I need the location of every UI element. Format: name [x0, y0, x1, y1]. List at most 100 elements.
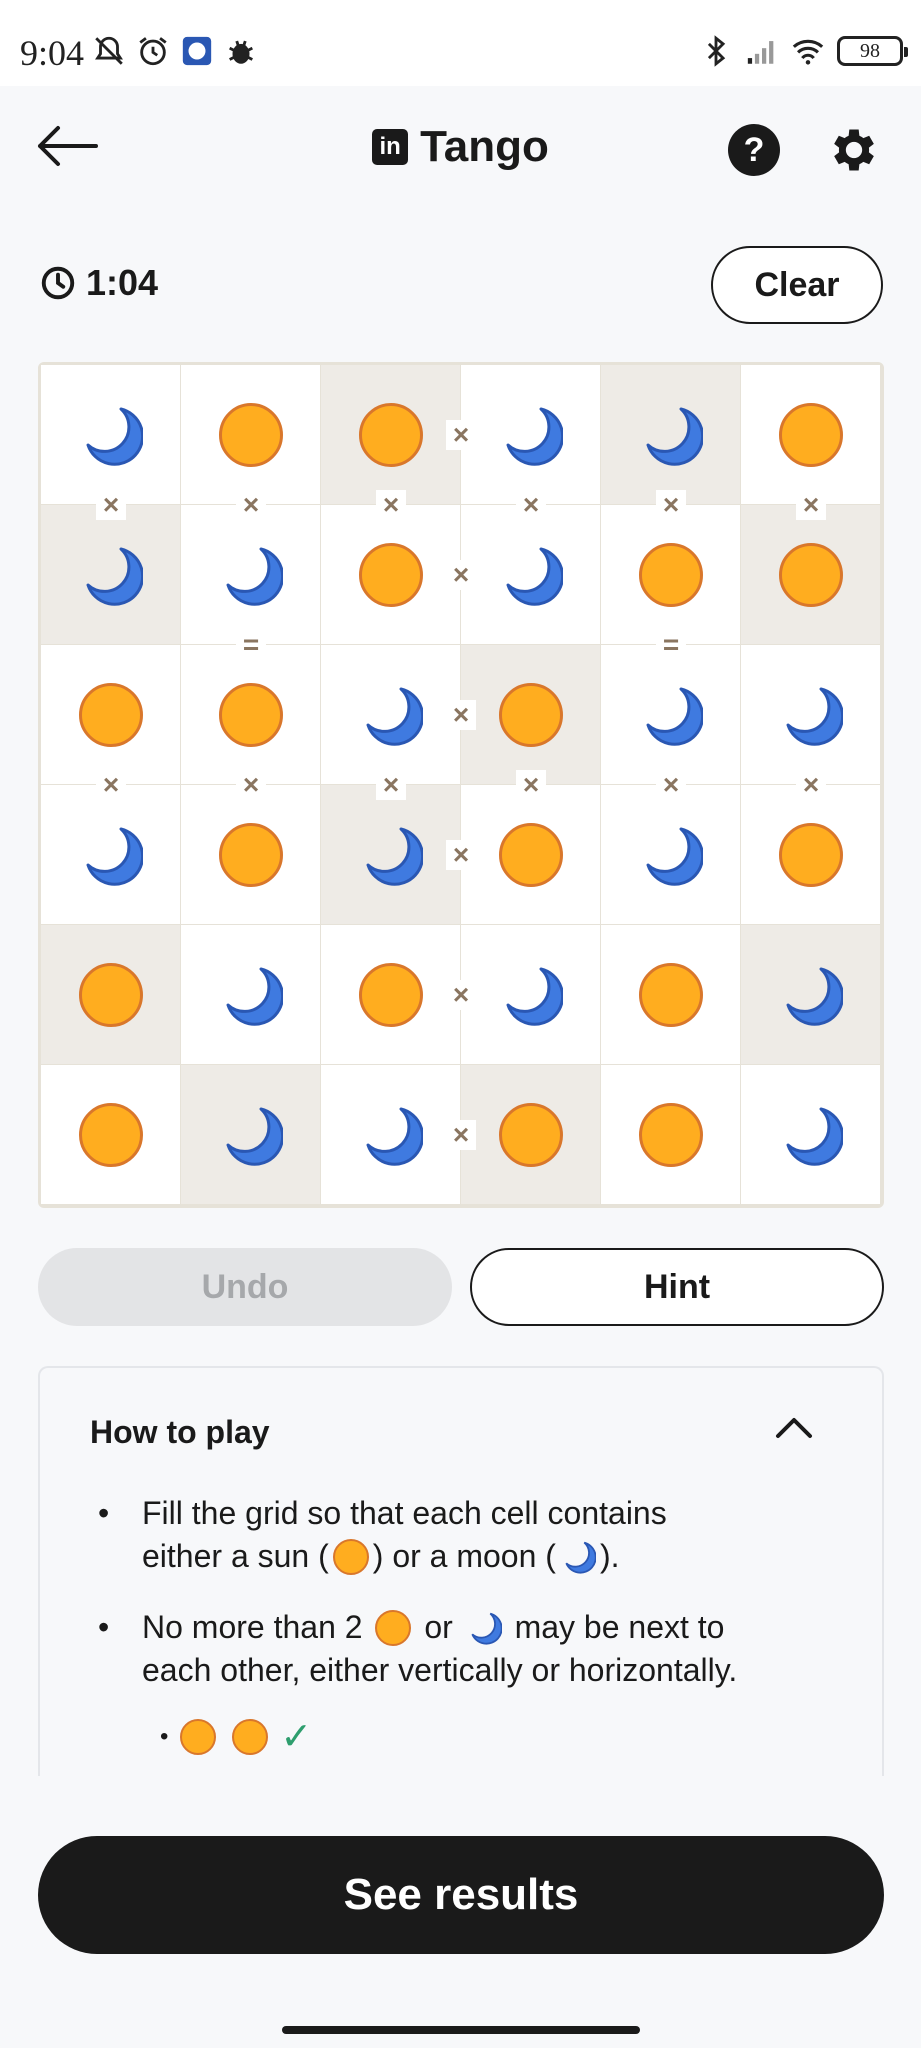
sun-icon — [638, 962, 703, 1027]
grid-cell[interactable] — [461, 925, 600, 1064]
rule-2-text-b: or — [424, 1609, 453, 1645]
grid-cell[interactable] — [601, 1065, 740, 1204]
grid-cell[interactable] — [461, 365, 600, 504]
moon-icon — [366, 1107, 423, 1166]
undo-button[interactable]: Undo — [38, 1248, 452, 1326]
moon-icon — [86, 547, 143, 606]
sun-icon — [375, 1610, 412, 1646]
grid-cell[interactable] — [321, 925, 460, 1064]
sun-icon — [232, 1718, 269, 1755]
grid-cell[interactable] — [181, 365, 320, 504]
grid-cell[interactable] — [461, 505, 600, 644]
rule-1: • Fill the grid so that each cell contai… — [98, 1492, 860, 1578]
grid-cell — [741, 925, 880, 1064]
rule-1-line-1: Fill the grid so that each cell contains — [142, 1495, 667, 1531]
chevron-up-icon[interactable] — [774, 1414, 814, 1440]
opposite-constraint: × — [656, 490, 686, 520]
opposite-constraint: × — [446, 1120, 476, 1150]
grid-cell[interactable] — [41, 645, 180, 784]
example-row: • ✓ — [160, 1714, 312, 1759]
opposite-constraint: × — [446, 840, 476, 870]
bullet: • — [160, 1722, 169, 1750]
rule-2-line-2: each other, either vertically or horizon… — [142, 1652, 738, 1688]
grid-cell[interactable] — [181, 645, 320, 784]
moon-icon — [506, 407, 563, 466]
opposite-constraint: × — [446, 980, 476, 1010]
moon-icon — [646, 827, 703, 886]
linkedin-logo-icon: in — [372, 129, 409, 165]
sun-icon — [358, 962, 423, 1027]
opposite-constraint: × — [796, 490, 826, 520]
hint-button[interactable]: Hint — [470, 1248, 884, 1326]
page-title: Tango — [420, 122, 549, 171]
opposite-constraint: × — [446, 560, 476, 590]
rule-2-text-c: may be next to — [514, 1609, 725, 1645]
moon-icon — [226, 967, 283, 1026]
settings-gear-icon[interactable] — [826, 122, 882, 178]
grid-cell[interactable] — [181, 785, 320, 924]
rule-1-text-a: either a sun ( — [142, 1538, 329, 1574]
grid-cell[interactable] — [741, 645, 880, 784]
moon-icon — [506, 547, 563, 606]
see-results-button[interactable]: See results — [38, 1836, 884, 1954]
grid-cell[interactable] — [321, 1065, 460, 1204]
grid-cell — [601, 365, 740, 504]
grid-cell — [321, 365, 460, 504]
moon-icon — [226, 547, 283, 606]
grid-cell — [741, 505, 880, 644]
grid-cell — [321, 785, 460, 924]
moon-icon — [646, 407, 703, 466]
sun-icon — [78, 1102, 143, 1167]
moon-icon — [366, 687, 423, 746]
grid-cell[interactable] — [461, 785, 600, 924]
battery-indicator: 98 — [837, 36, 908, 66]
home-indicator — [282, 2026, 640, 2034]
help-button[interactable]: ? — [728, 124, 780, 176]
sun-icon — [498, 822, 563, 887]
title-group: in Tango — [0, 122, 921, 172]
grid-cell[interactable] — [741, 785, 880, 924]
moon-icon — [86, 827, 143, 886]
sun-icon — [218, 402, 283, 467]
wifi-icon — [792, 39, 824, 65]
bug-icon — [229, 40, 253, 64]
grid-cell[interactable] — [601, 505, 740, 644]
rule-2: • No more than 2 or may be next to each … — [98, 1606, 860, 1692]
grid-cell[interactable] — [601, 645, 740, 784]
sun-icon — [180, 1718, 217, 1755]
grid-cell[interactable] — [321, 645, 460, 784]
bullet: • — [98, 1609, 110, 1645]
grid-cell — [461, 645, 600, 784]
opposite-constraint: × — [516, 770, 546, 800]
sun-icon — [218, 682, 283, 747]
opposite-constraint: × — [446, 420, 476, 450]
app-icon — [182, 36, 212, 66]
grid-cell — [181, 1065, 320, 1204]
bluetooth-icon — [707, 35, 726, 67]
rule-1-line-2: either a sun () or a moon (). — [70, 1535, 860, 1578]
clear-button[interactable]: Clear — [711, 246, 883, 324]
grid-cell[interactable] — [601, 925, 740, 1064]
grid-cell[interactable] — [41, 365, 180, 504]
opposite-constraint: × — [236, 490, 266, 520]
grid-cell[interactable] — [181, 505, 320, 644]
grid-cell — [41, 925, 180, 1064]
grid-cell — [41, 505, 180, 644]
how-to-play-panel: How to play • Fill the grid so that each… — [38, 1366, 884, 1776]
sun-icon — [358, 402, 423, 467]
sun-icon — [358, 542, 423, 607]
moon-icon — [226, 1107, 283, 1166]
timer-value: 1:04 — [86, 262, 159, 303]
grid-cell[interactable] — [601, 785, 740, 924]
grid-cell[interactable] — [321, 505, 460, 644]
status-bar: 9:04 98 — [0, 0, 921, 86]
moon-icon — [471, 1612, 502, 1645]
grid-cell[interactable] — [41, 1065, 180, 1204]
grid-cell[interactable] — [181, 925, 320, 1064]
moon-icon — [506, 967, 563, 1026]
opposite-constraint: × — [656, 770, 686, 800]
sun-icon — [638, 542, 703, 607]
grid-cell[interactable] — [741, 1065, 880, 1204]
grid-cell[interactable] — [41, 785, 180, 924]
grid-cell[interactable] — [741, 365, 880, 504]
